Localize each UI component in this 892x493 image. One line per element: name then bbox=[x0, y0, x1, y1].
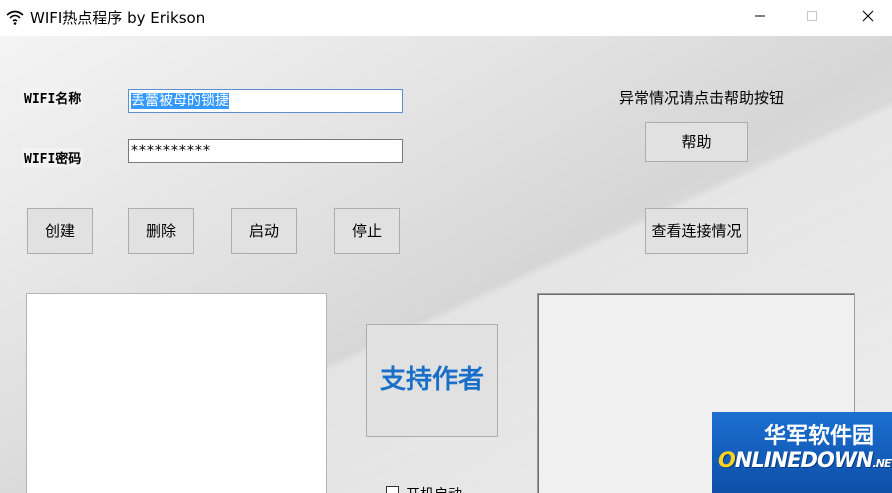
wifi-name-input[interactable]: 丢蕾被母的锁捷 bbox=[128, 89, 403, 113]
close-icon bbox=[862, 10, 874, 22]
view-connections-button[interactable]: 查看连接情况 bbox=[645, 208, 748, 254]
close-button[interactable] bbox=[846, 0, 892, 32]
watermark-english-text: ONLINEDOWN.NET bbox=[718, 448, 892, 472]
window-title: WIFI热点程序 by Erikson bbox=[30, 9, 206, 27]
wifi-password-input[interactable]: ********** bbox=[128, 139, 403, 163]
maximize-icon bbox=[807, 11, 817, 21]
watermark-chinese-text: 华军软件园 bbox=[764, 424, 875, 449]
wifi-password-label: WIFI密码 bbox=[22, 148, 84, 167]
watermark-net-suffix: .NET bbox=[872, 457, 892, 470]
title-bar: WIFI热点程序 by Erikson bbox=[0, 0, 892, 36]
minimize-icon bbox=[755, 15, 765, 17]
log-textbox[interactable] bbox=[26, 293, 327, 493]
onlinedown-watermark-logo: 华军软件园 ONLINEDOWN.NET bbox=[712, 412, 892, 493]
autostart-label: 开机启动 bbox=[406, 484, 462, 493]
start-button[interactable]: 启动 bbox=[231, 208, 297, 254]
help-notice-text: 异常情况请点击帮助按钮 bbox=[619, 89, 785, 107]
wifi-icon bbox=[6, 10, 24, 25]
minimize-button[interactable] bbox=[738, 0, 784, 32]
create-button[interactable]: 创建 bbox=[27, 208, 93, 254]
wifi-password-value: ********** bbox=[131, 143, 211, 159]
watermark-o-letter: O bbox=[718, 448, 736, 472]
checkbox-box[interactable] bbox=[386, 486, 399, 493]
wifi-name-label: WIFI名称 bbox=[22, 88, 84, 107]
maximize-button[interactable] bbox=[790, 0, 836, 32]
delete-button[interactable]: 删除 bbox=[128, 208, 194, 254]
support-author-button[interactable]: 支持作者 bbox=[366, 324, 498, 437]
watermark-english-rest: NLINEDOWN bbox=[734, 448, 874, 472]
wifi-name-value: 丢蕾被母的锁捷 bbox=[131, 93, 229, 109]
help-button[interactable]: 帮助 bbox=[645, 122, 748, 162]
stop-button[interactable]: 停止 bbox=[334, 208, 400, 254]
